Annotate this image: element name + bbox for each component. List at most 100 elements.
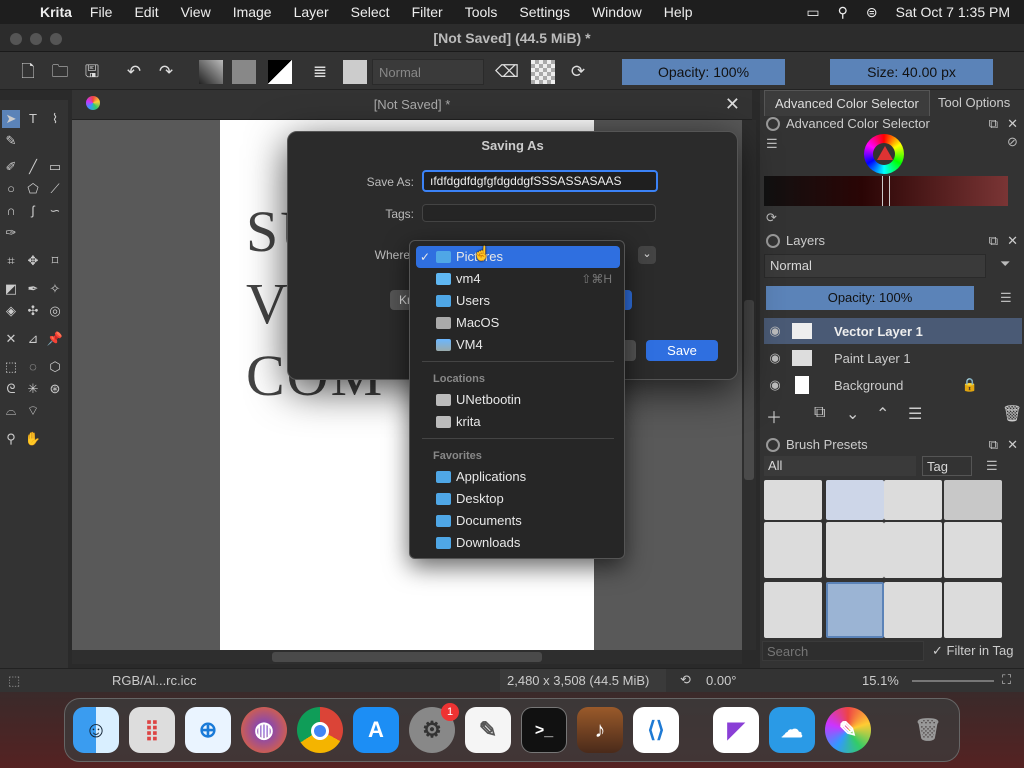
ellipse-select-tool-icon[interactable]: ◌ [24, 358, 42, 376]
tab-tool-options[interactable]: Tool Options [928, 90, 1020, 116]
app-store-icon[interactable]: A [353, 707, 399, 753]
dynamic-brush-tool-icon[interactable]: ∽ [46, 202, 64, 220]
lock-docker-icon[interactable] [766, 117, 780, 131]
tab-advanced-color-selector[interactable]: Advanced Color Selector [764, 90, 930, 116]
filename-input[interactable]: ıfdfdgdfdgfgfdgddgfSSSASSASAAS [422, 170, 658, 192]
save-document-icon[interactable]: 🖫 [80, 60, 104, 84]
pan-tool-icon[interactable]: ✋ [24, 430, 42, 448]
edit-shapes-tool-icon[interactable]: ⌇ [46, 110, 64, 128]
finder-icon[interactable]: ☺ [73, 707, 119, 753]
brush-preset-tile[interactable] [944, 582, 1002, 638]
where-item-pictures[interactable]: ✓ Pictures [416, 246, 620, 268]
rectangle-tool-icon[interactable]: ▭ [46, 158, 64, 176]
similar-select-tool-icon[interactable]: ⊛ [46, 380, 64, 398]
transform-tool-icon[interactable]: ⌑ [46, 252, 64, 270]
layer-lock-icon[interactable]: 🔒 [962, 377, 978, 393]
lock-layers-docker-icon[interactable] [766, 234, 780, 248]
menu-window[interactable]: Window [592, 4, 642, 20]
alpha-lock-icon[interactable] [531, 60, 555, 84]
color-gradient-strip[interactable] [764, 176, 1008, 206]
weather-icon[interactable]: ☁ [769, 707, 815, 753]
layer-options-icon[interactable]: ☰ [1000, 290, 1012, 306]
assistant-tool-icon[interactable]: ✕ [2, 330, 20, 348]
layer-filter-icon[interactable]: ⏷ [1000, 256, 1010, 272]
launchpad-icon[interactable]: ⣿ [129, 707, 175, 753]
delete-layer-icon[interactable]: 🗑 [1002, 404, 1022, 424]
clock[interactable]: Sat Oct 7 1:35 PM [896, 4, 1010, 20]
lock-brush-docker-icon[interactable] [766, 438, 780, 452]
chrome-icon[interactable] [297, 707, 343, 753]
crop-tool-icon[interactable]: ⌗ [2, 252, 20, 270]
size-slider[interactable]: Size: 40.00 px [830, 59, 993, 85]
menu-image[interactable]: Image [233, 4, 272, 20]
window-switcher-icon[interactable]: ▭ [806, 4, 819, 21]
selection-status-icon[interactable]: ⬚ [8, 673, 20, 689]
brush-preset-tile-selected[interactable] [826, 582, 884, 638]
close-brush-docker-icon[interactable]: ✕ [1007, 435, 1018, 455]
menu-help[interactable]: Help [664, 4, 693, 20]
zoom-slider[interactable] [912, 680, 994, 682]
layer-properties-icon[interactable]: ☰ [908, 404, 922, 424]
multibrush-tool-icon[interactable]: ✑ [2, 224, 20, 242]
tag-button[interactable]: Tag [922, 456, 972, 476]
brush-preset-tile[interactable] [944, 522, 1002, 578]
expand-dialog-button[interactable]: ⌄ [638, 246, 656, 264]
menu-layer[interactable]: Layer [294, 4, 329, 20]
undo-icon[interactable]: ↶ [122, 60, 146, 84]
document-tab-title[interactable]: [Not Saved] * [72, 97, 752, 112]
where-item-krita[interactable]: krita [416, 411, 620, 433]
gradient-tool-icon[interactable]: ◩ [2, 280, 20, 298]
reload-preset-icon[interactable]: ⟳ [566, 60, 590, 84]
brush-preset-tile[interactable] [826, 480, 884, 520]
where-item-vm4-home[interactable]: vm4 ⇧⌘H [416, 268, 620, 290]
brush-settings-icon[interactable]: ≣ [308, 60, 332, 84]
brush-preset-tile[interactable] [826, 522, 884, 578]
float-docker-icon[interactable]: ⧉ [989, 114, 998, 134]
where-item-unetbootin[interactable]: UNetbootin [416, 389, 620, 411]
color-wheel[interactable] [864, 134, 904, 174]
canvas-horizontal-scrollbar[interactable] [72, 650, 742, 664]
freehand-brush-tool-icon[interactable]: ✐ [2, 158, 20, 176]
zoom-value[interactable]: 15.1% [862, 673, 899, 688]
open-document-icon[interactable]: 🗀 [48, 60, 72, 84]
menu-filter[interactable]: Filter [412, 4, 443, 20]
where-item-desktop[interactable]: Desktop [416, 488, 620, 510]
brush-view-options-icon[interactable]: ☰ [986, 458, 998, 474]
terminal-icon[interactable]: >_ [521, 707, 567, 753]
magnetic-select-tool-icon[interactable]: ⌔ [24, 402, 42, 420]
line-tool-icon[interactable]: ╱ [24, 158, 42, 176]
control-center-icon[interactable]: ⊜ [866, 4, 878, 21]
layer-row[interactable]: ◉ Paint Layer 1 [764, 345, 1022, 371]
brush-preset-tile[interactable] [764, 480, 822, 520]
close-layers-docker-icon[interactable]: ✕ [1007, 231, 1018, 251]
where-item-macos[interactable]: MacOS [416, 312, 620, 334]
layer-row[interactable]: ◉ Background 🔒 [764, 372, 1022, 398]
new-document-icon[interactable]: 🗋 [16, 60, 40, 84]
menu-settings[interactable]: Settings [519, 4, 570, 20]
eraser-icon[interactable]: ⌫ [495, 60, 519, 84]
canvas-vertical-scrollbar[interactable] [742, 120, 756, 650]
color-profile-label[interactable]: RGB/Al...rc.icc [112, 673, 197, 688]
menu-view[interactable]: View [181, 4, 211, 20]
layer-row[interactable]: ◉ Vector Layer 1 [764, 318, 1022, 344]
blend-mode-select[interactable]: Normal [372, 59, 484, 85]
polyline-tool-icon[interactable]: ⟋ [46, 180, 64, 198]
calligraphy-tool-icon[interactable]: ✎ [2, 132, 20, 150]
gradient-swatch[interactable] [199, 60, 223, 84]
brush-preset-tile[interactable] [944, 480, 1002, 520]
trash-icon[interactable]: 🗑 [905, 707, 951, 753]
freehand-select-tool-icon[interactable]: ᘓ [2, 380, 20, 398]
garageband-icon[interactable]: ♪ [577, 707, 623, 753]
polygon-select-tool-icon[interactable]: ⬡ [46, 358, 64, 376]
enclose-fill-tool-icon[interactable]: ◎ [46, 302, 64, 320]
layer-name[interactable]: Background [834, 378, 903, 393]
vscode-icon[interactable]: ⟨⟩ [633, 707, 679, 753]
safari-icon[interactable]: ⊕ [185, 707, 231, 753]
select-shapes-tool-icon[interactable]: ➤ [2, 110, 20, 128]
brush-preset-tile[interactable] [764, 582, 822, 638]
contiguous-select-tool-icon[interactable]: ✳ [24, 380, 42, 398]
filter-in-tag-checkbox[interactable]: ✓ Filter in Tag [932, 643, 1013, 659]
ellipse-tool-icon[interactable]: ○ [2, 180, 20, 198]
where-item-vm4-computer[interactable]: VM4 [416, 334, 620, 356]
text-tool-icon[interactable]: T [24, 110, 42, 128]
